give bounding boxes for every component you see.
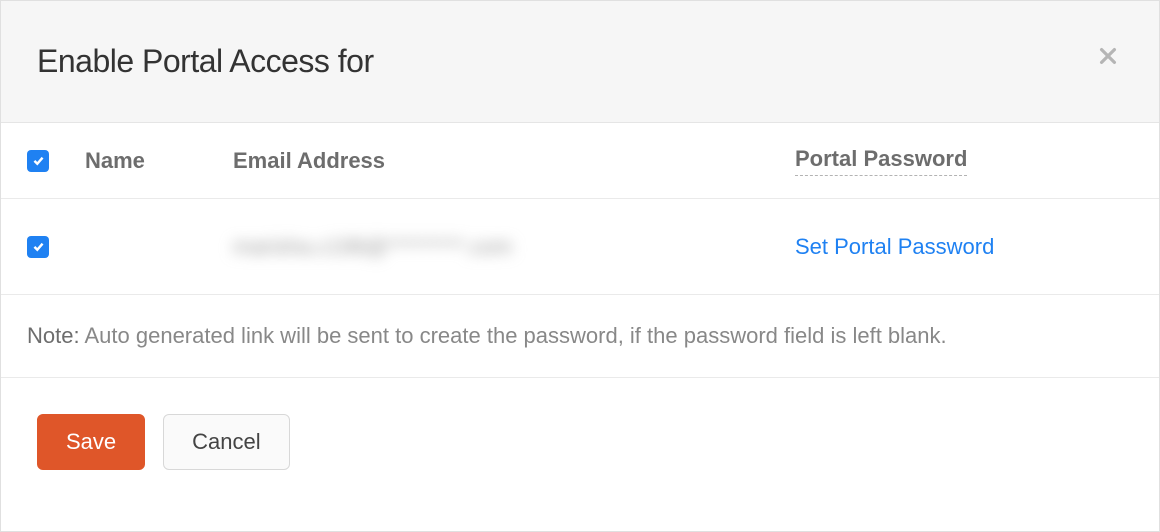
column-header-portal-password: Portal Password bbox=[795, 146, 967, 176]
cancel-button[interactable]: Cancel bbox=[163, 414, 289, 470]
modal-header: Enable Portal Access for bbox=[1, 1, 1159, 123]
table-header-row: Name Email Address Portal Password bbox=[1, 123, 1159, 199]
note-label: Note: bbox=[27, 323, 80, 348]
set-portal-password-link[interactable]: Set Portal Password bbox=[795, 234, 994, 259]
note-text: Auto generated link will be sent to crea… bbox=[80, 323, 947, 348]
enable-portal-access-modal: Enable Portal Access for Name Email Addr… bbox=[0, 0, 1160, 532]
save-button[interactable]: Save bbox=[37, 414, 145, 470]
contacts-table: Name Email Address Portal Password maris… bbox=[1, 123, 1159, 295]
row-email-value: marisha.c198@*********.com bbox=[233, 234, 512, 259]
column-header-name: Name bbox=[85, 148, 145, 173]
modal-footer: Save Cancel bbox=[1, 378, 1159, 506]
modal-title: Enable Portal Access for bbox=[37, 43, 1123, 80]
column-header-email: Email Address bbox=[233, 148, 385, 173]
select-all-checkbox[interactable] bbox=[27, 150, 49, 172]
close-icon[interactable] bbox=[1097, 45, 1119, 67]
note-row: Note: Auto generated link will be sent t… bbox=[1, 295, 1159, 378]
table-row: marisha.c198@*********.com Set Portal Pa… bbox=[1, 199, 1159, 295]
row-checkbox[interactable] bbox=[27, 236, 49, 258]
